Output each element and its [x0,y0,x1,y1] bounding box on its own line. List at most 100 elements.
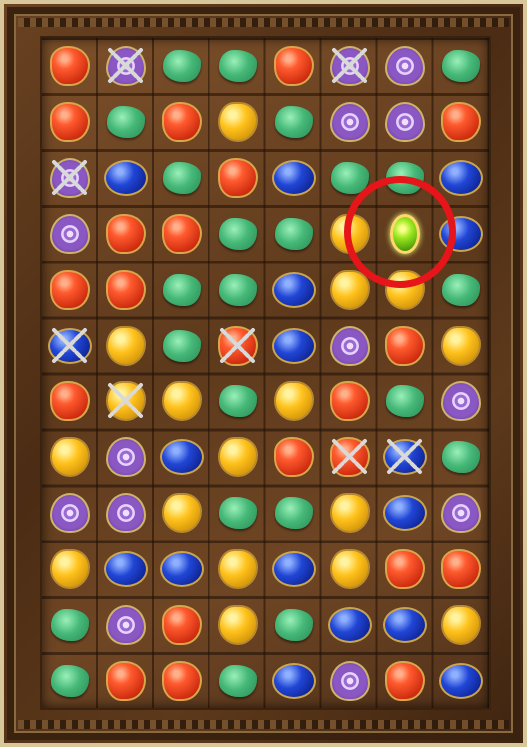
red-gem-icon [105,660,146,701]
board-cell[interactable] [210,429,265,484]
board-cell[interactable] [98,541,153,596]
board-cell[interactable] [154,373,209,428]
board-cell[interactable] [210,373,265,428]
board-cell[interactable] [98,38,153,93]
board-cell[interactable] [266,373,321,428]
board-cell[interactable] [210,206,265,261]
board-cell[interactable] [266,206,321,261]
board-cell[interactable] [433,318,488,373]
board-cell[interactable] [154,262,209,317]
blue-gem-icon [271,551,316,588]
board-cell[interactable] [322,485,377,540]
board-cell[interactable] [154,541,209,596]
board-cell[interactable] [42,541,97,596]
yellow-gem-icon [50,549,90,590]
board-cell[interactable] [210,150,265,205]
board-cell[interactable] [377,38,432,93]
board-cell[interactable] [154,597,209,652]
board-cell[interactable] [154,485,209,540]
board-cell[interactable] [433,429,488,484]
red-gem-icon [441,101,482,142]
board-cell[interactable] [98,318,153,373]
board-cell[interactable] [322,373,377,428]
board-cell[interactable] [154,38,209,93]
board-cell[interactable] [377,485,432,540]
board-cell[interactable] [210,597,265,652]
board-cell[interactable] [377,429,432,484]
board-cell[interactable] [266,262,321,317]
board-cell[interactable] [322,38,377,93]
board-cell[interactable] [322,653,377,708]
board-cell[interactable] [42,262,97,317]
board-cell[interactable] [433,597,488,652]
board-cell[interactable] [154,94,209,149]
board-cell[interactable] [154,318,209,373]
board-cell[interactable] [266,318,321,373]
board-cell[interactable] [266,485,321,540]
board-cell[interactable] [322,597,377,652]
board-cell[interactable] [266,429,321,484]
board-cell[interactable] [433,373,488,428]
board-cell[interactable] [433,485,488,540]
yellow-gem-icon [105,325,146,366]
board-cell[interactable] [377,318,432,373]
purple-gem-icon [329,660,370,701]
board-cell[interactable] [210,38,265,93]
board-cell[interactable] [210,318,265,373]
board-cell[interactable] [322,429,377,484]
board-cell[interactable] [42,206,97,261]
board-cell[interactable] [377,94,432,149]
board-cell[interactable] [42,653,97,708]
board-cell[interactable] [98,262,153,317]
board-cell[interactable] [42,597,97,652]
blue-gem-icon [271,271,316,308]
board-cell[interactable] [266,597,321,652]
board-cell[interactable] [42,373,97,428]
yellow-gem-icon [273,381,314,422]
board-cell[interactable] [377,597,432,652]
board-cell[interactable] [266,150,321,205]
board-cell[interactable] [42,150,97,205]
board-cell[interactable] [210,262,265,317]
board-cell[interactable] [154,653,209,708]
yellow-gem-icon [217,549,258,590]
board-cell[interactable] [98,485,153,540]
board-cell[interactable] [377,541,432,596]
board-cell[interactable] [154,429,209,484]
board-cell[interactable] [42,485,97,540]
board-cell[interactable] [266,541,321,596]
board-cell[interactable] [322,541,377,596]
board-cell[interactable] [322,94,377,149]
board-cell[interactable] [154,150,209,205]
board-cell[interactable] [98,94,153,149]
board-cell[interactable] [433,653,488,708]
board-cell[interactable] [266,653,321,708]
board-cell[interactable] [98,597,153,652]
board-cell[interactable] [210,653,265,708]
board-cell[interactable] [98,373,153,428]
board-cell[interactable] [42,38,97,93]
board-cell[interactable] [210,541,265,596]
red-gem-icon [385,660,426,701]
board-cell[interactable] [98,206,153,261]
yellow-gem-icon [105,381,146,422]
board-cell[interactable] [377,653,432,708]
board-cell[interactable] [322,318,377,373]
board-cell[interactable] [377,373,432,428]
board-cell[interactable] [433,38,488,93]
board-cell[interactable] [266,38,321,93]
board-cell[interactable] [98,653,153,708]
purple-gem-icon [50,493,90,534]
board-cell[interactable] [210,94,265,149]
board-cell[interactable] [42,429,97,484]
board-cell[interactable] [433,262,488,317]
board-cell[interactable] [433,541,488,596]
board-cell[interactable] [42,94,97,149]
board-cell[interactable] [266,94,321,149]
board-cell[interactable] [98,150,153,205]
board-cell[interactable] [210,485,265,540]
board-cell[interactable] [154,206,209,261]
board-cell[interactable] [433,94,488,149]
board-cell[interactable] [98,429,153,484]
board-cell[interactable] [42,318,97,373]
